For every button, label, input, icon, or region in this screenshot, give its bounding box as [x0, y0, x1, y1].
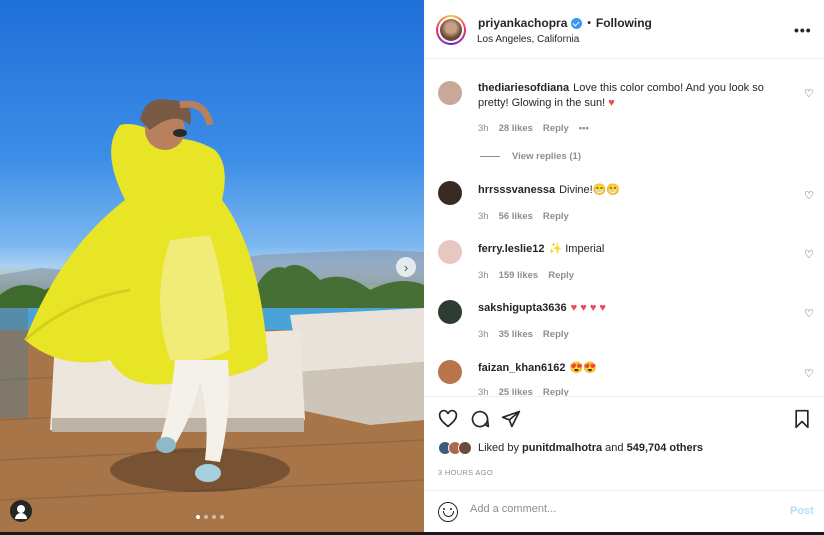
emoji: 😁😁	[592, 184, 621, 196]
liked-by-and: and	[605, 442, 624, 454]
following-button[interactable]: Following	[596, 16, 652, 30]
heart-icon[interactable]: ♡	[804, 87, 814, 100]
commenter-username[interactable]: ferry.leslie12	[478, 243, 544, 255]
reply-button[interactable]: Reply	[543, 123, 569, 134]
separator-dot: •	[587, 17, 591, 29]
comment-time: 3h	[478, 270, 489, 281]
others-count[interactable]: 549,704 others	[627, 442, 703, 454]
commenter-avatar[interactable]	[438, 181, 462, 205]
author-line: priyankachopra • Following	[478, 16, 652, 30]
user-tag-icon[interactable]	[10, 500, 32, 522]
carousel-dot	[196, 515, 200, 519]
heart-icon[interactable]: ♡	[804, 189, 814, 202]
post-timestamp[interactable]: 3 HOURS AGO	[438, 468, 493, 477]
comment-text: faizan_khan6162 😍😍	[478, 361, 778, 376]
commenter-username[interactable]: faizan_khan6162	[478, 362, 565, 374]
comment-text: ferry.leslie12 ✨ Imperial	[478, 242, 778, 257]
comments-list[interactable]: thediariesofdiana Love this color combo! …	[424, 59, 824, 396]
liked-by-label: Liked by	[478, 442, 519, 454]
comment-input[interactable]	[470, 503, 770, 515]
divider	[480, 156, 500, 157]
carousel-dots	[196, 515, 224, 519]
reply-button[interactable]: Reply	[543, 387, 569, 396]
comment-text: hrrsssvanessa Divine!😁😁	[478, 183, 778, 198]
view-replies-label: View replies (1)	[512, 151, 581, 162]
verified-icon	[571, 17, 583, 29]
comment-likes[interactable]: 25 likes	[499, 387, 533, 396]
emoji: 😍😍	[569, 362, 597, 374]
commenter-avatar[interactable]	[438, 360, 462, 384]
add-comment-bar: Post	[424, 490, 824, 532]
author-username[interactable]: priyankachopra	[478, 16, 567, 30]
post-button[interactable]: Post	[790, 505, 814, 517]
comment-meta: 3h 159 likes Reply	[478, 270, 574, 281]
post-actions: Liked by punitdmalhotra and 549,704 othe…	[424, 396, 824, 490]
carousel-dot	[204, 515, 208, 519]
view-replies-button[interactable]: View replies (1)	[480, 151, 581, 162]
comment-body: Imperial	[565, 243, 605, 255]
liker-avatar[interactable]	[458, 441, 472, 455]
heart-icon[interactable]: ♡	[804, 367, 814, 380]
post-header: priyankachopra • Following Los Angeles, …	[424, 0, 824, 59]
reply-button[interactable]: Reply	[543, 329, 569, 340]
heart-icon[interactable]	[438, 409, 458, 429]
more-icon[interactable]: •••	[794, 22, 812, 38]
comment-meta: 3h 25 likes Reply	[478, 387, 569, 396]
comment-meta: 3h 35 likes Reply	[478, 329, 569, 340]
author-avatar[interactable]	[436, 15, 466, 45]
share-icon[interactable]	[501, 409, 521, 429]
comment-likes[interactable]: 159 likes	[499, 270, 539, 281]
sparkle-emoji: ✨	[548, 243, 563, 255]
post-details-panel: priyankachopra • Following Los Angeles, …	[424, 0, 824, 532]
reply-button[interactable]: Reply	[548, 270, 574, 281]
liked-by-user[interactable]: punitdmalhotra	[522, 442, 602, 454]
carousel-dot	[220, 515, 224, 519]
photo-illustration	[0, 99, 424, 532]
comment-icon[interactable]	[470, 409, 490, 429]
chevron-right-icon[interactable]: ›	[396, 257, 416, 277]
comment-options-icon[interactable]: •••	[579, 123, 589, 134]
comment-time: 3h	[478, 387, 489, 396]
commenter-avatar[interactable]	[438, 300, 462, 324]
commenter-username[interactable]: hrrsssvanessa	[478, 184, 555, 196]
heart-icon[interactable]: ♡	[804, 248, 814, 261]
commenter-username[interactable]: thediariesofdiana	[478, 82, 569, 94]
comment-time: 3h	[478, 329, 489, 340]
comment-likes[interactable]: 56 likes	[499, 211, 533, 222]
post-location[interactable]: Los Angeles, California	[477, 34, 579, 45]
likes-summary: Liked by punitdmalhotra and 549,704 othe…	[438, 441, 703, 455]
emoji-icon[interactable]	[438, 502, 458, 522]
comment-text: thediariesofdiana Love this color combo! …	[478, 81, 778, 111]
post-photo[interactable]: ›	[0, 0, 424, 532]
reply-button[interactable]: Reply	[543, 211, 569, 222]
comment-body: Divine!	[559, 184, 593, 196]
commenter-avatar[interactable]	[438, 81, 462, 105]
likes-text: Liked by punitdmalhotra and 549,704 othe…	[478, 442, 703, 454]
heart-icon[interactable]: ♡	[804, 307, 814, 320]
heart-emoji: ♥	[608, 97, 615, 109]
comment-meta: 3h 28 likes Reply •••	[478, 123, 589, 134]
carousel-dot	[212, 515, 216, 519]
comment-time: 3h	[478, 123, 489, 134]
comment-meta: 3h 56 likes Reply	[478, 211, 569, 222]
save-icon[interactable]	[793, 409, 811, 429]
comment-time: 3h	[478, 211, 489, 222]
commenter-avatar[interactable]	[438, 240, 462, 264]
commenter-username[interactable]: sakshigupta3636	[478, 302, 567, 314]
heart-emoji: ♥ ♥ ♥ ♥	[570, 302, 606, 314]
comment-text: sakshigupta3636 ♥ ♥ ♥ ♥	[478, 301, 778, 316]
comment-likes[interactable]: 28 likes	[499, 123, 533, 134]
comment-likes[interactable]: 35 likes	[499, 329, 533, 340]
post-modal: › priyankachopra • Following Los Angeles…	[0, 0, 824, 535]
